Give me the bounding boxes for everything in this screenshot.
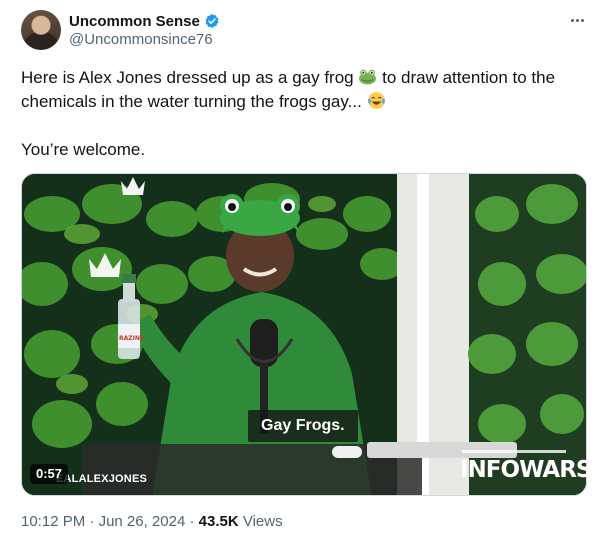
- tweet-line-1-end: to draw attention to the: [382, 68, 556, 87]
- post-time[interactable]: 10:12 PM: [21, 513, 85, 530]
- channel-watermark: EALALEXJONES: [56, 473, 148, 485]
- verified-badge-icon: [205, 14, 219, 28]
- tweet-line-1: Here is Alex Jones dressed up as a gay f…: [21, 66, 591, 90]
- tweet-card: Uncommon Sense @Uncommonsince76 Here is …: [0, 0, 607, 540]
- video-caption: Gay Frogs.: [248, 410, 358, 442]
- tweet-line-3: You’re welcome.: [21, 140, 146, 159]
- tears-of-joy-emoji-icon: [367, 92, 385, 109]
- tweet-text: Here is Alex Jones dressed up as a gay f…: [21, 66, 591, 162]
- meta-separator-2: ·: [189, 513, 195, 530]
- video-frame: RAZINE: [22, 174, 586, 495]
- post-date[interactable]: Jun 26, 2024: [99, 513, 186, 530]
- author-name-row: Uncommon Sense: [69, 11, 220, 31]
- tweet-metadata: 10:12 PM · Jun 26, 2024 · 43.5K Views: [21, 513, 283, 530]
- author-avatar[interactable]: [21, 10, 61, 50]
- meta-separator: ·: [89, 513, 95, 530]
- infowars-logo: INFOWARS: [460, 457, 592, 483]
- author-handle[interactable]: @Uncommonsince76: [69, 31, 213, 48]
- views-label: Views: [242, 513, 283, 530]
- tweet-line-1-start: Here is Alex Jones dressed up as a gay f…: [21, 68, 354, 87]
- views-count[interactable]: 43.5K: [199, 513, 239, 530]
- tweet-line-2-text: chemicals in the water turning the frogs…: [21, 92, 362, 111]
- more-options-icon[interactable]: [565, 10, 589, 30]
- frog-emoji-icon: [359, 69, 377, 85]
- author-display-name[interactable]: Uncommon Sense: [69, 13, 200, 30]
- bottle-label: RAZINE: [119, 335, 144, 342]
- tweet-line-2: chemicals in the water turning the frogs…: [21, 90, 591, 114]
- logo-underline: [462, 450, 566, 453]
- video-player[interactable]: RAZINE: [21, 173, 587, 496]
- video-duration-badge: 0:57: [30, 464, 69, 484]
